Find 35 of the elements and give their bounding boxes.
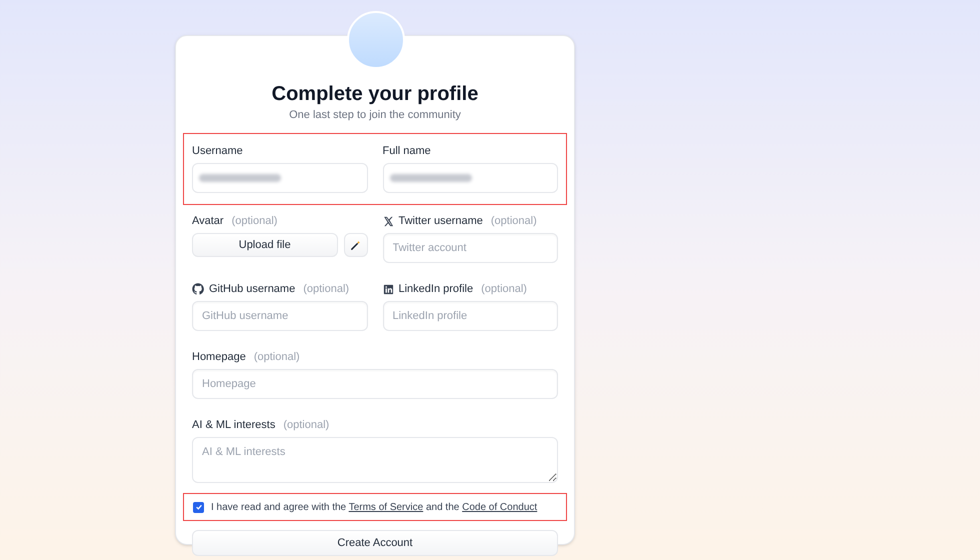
linkedin-icon — [382, 284, 394, 294]
optional-hint: (optional) — [283, 418, 330, 433]
optional-hint: (optional) — [254, 350, 300, 365]
optional-hint: (optional) — [490, 214, 537, 229]
text-input-field[interactable] — [192, 163, 368, 193]
magic-wand-icon — [350, 240, 360, 250]
checkmark-icon — [194, 503, 202, 511]
terms-link[interactable]: Terms of Service — [348, 502, 424, 512]
agreement-checkbox[interactable] — [193, 502, 204, 512]
agreement-text: I have read and agree with the Terms of Service and the Code of Conduct — [211, 500, 538, 514]
optional-hint: (optional) — [232, 214, 278, 229]
field-label: AI & ML interests — [192, 418, 276, 433]
text-input-field[interactable]: GitHub username — [192, 301, 368, 331]
magic-wand-button[interactable] — [344, 233, 368, 257]
text-input-field[interactable]: Twitter account — [382, 233, 558, 263]
text-input-field[interactable]: Homepage — [192, 369, 558, 399]
textarea-field[interactable]: AI & ML interests — [192, 437, 558, 483]
text-input-field[interactable] — [382, 163, 558, 193]
field-label: GitHub username — [209, 282, 296, 297]
field-label: Username — [192, 144, 243, 159]
text-input-field[interactable]: LinkedIn profile — [382, 301, 558, 331]
field-label: Homepage — [192, 350, 246, 365]
optional-hint: (optional) — [481, 282, 527, 297]
x-logo-icon — [382, 216, 394, 226]
page-subtitle: One last step to join the community — [288, 108, 462, 122]
code-of-conduct-link[interactable]: Code of Conduct — [462, 502, 538, 512]
field-label: Twitter username — [398, 214, 483, 229]
optional-hint: (optional) — [303, 282, 350, 297]
github-icon — [192, 283, 204, 295]
field-label: LinkedIn profile — [398, 282, 474, 297]
upload-file-button[interactable]: Upload file — [192, 233, 338, 257]
field-label: Full name — [382, 144, 431, 159]
field-label: Avatar — [192, 214, 224, 229]
create-account-button[interactable]: Create Account — [192, 530, 558, 556]
page-title: Complete your profile — [270, 82, 480, 107]
